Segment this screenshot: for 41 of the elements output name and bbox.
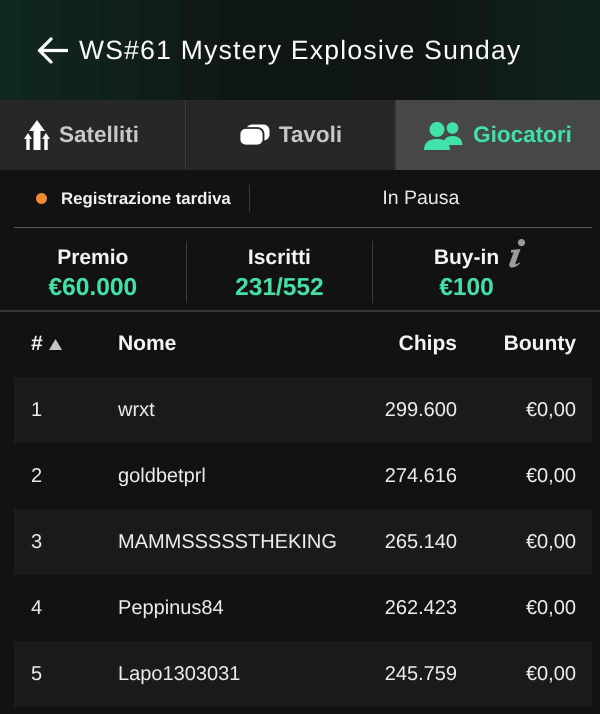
rank-column-header[interactable]: #	[31, 332, 118, 356]
tab[interactable]: Tavoli	[186, 100, 396, 170]
tab[interactable]: Giocatori	[396, 100, 600, 170]
stat-label: Buy-in	[434, 245, 500, 271]
bounty-column-header[interactable]: Bounty	[457, 332, 576, 356]
bounty-amount: €0,00	[524, 530, 576, 554]
chip-count: 265.140	[384, 530, 457, 554]
player-name: Peppinus84	[118, 596, 225, 620]
chip-count: 299.600	[384, 398, 457, 422]
rank-number: 3	[31, 530, 44, 554]
chip-count: 274.616	[384, 464, 457, 488]
name-column-header[interactable]: Nome	[118, 332, 347, 356]
stat-value: 231/552	[235, 273, 324, 303]
stat-value: €60.000	[48, 273, 138, 303]
player-name: wrxt	[118, 398, 156, 422]
bounty-amount: €0,00	[524, 398, 576, 422]
chip-count: 262.423	[384, 596, 457, 620]
chips-column-header[interactable]: Chips	[347, 332, 457, 356]
tournament-state: In Pausa	[381, 187, 460, 210]
tab[interactable]: Satelliti	[0, 100, 186, 170]
page-title: WS#61 Mystery Explosive Sunday	[79, 34, 522, 66]
player-name: goldbetprl	[118, 464, 207, 488]
stat-label: Iscritti	[248, 245, 311, 271]
cards-icon	[238, 124, 270, 146]
bounty-amount: €0,00	[524, 662, 576, 686]
rank-number: 1	[31, 398, 44, 422]
bounty-amount: €0,00	[524, 464, 576, 488]
rank-number: 4	[31, 596, 44, 620]
back-button[interactable]	[37, 36, 68, 64]
player-name: MAMMSSSSSTHEKING	[118, 530, 338, 554]
back-arrow-icon	[37, 36, 68, 64]
player-name: Lapo1303031	[118, 662, 242, 686]
rank-number: 2	[31, 464, 44, 488]
stat-value: €100	[439, 273, 494, 303]
late-registration-label: Registrazione tardiva	[61, 188, 231, 208]
arrows-up-icon	[24, 120, 50, 150]
stat-label: Premio	[57, 245, 128, 271]
bounty-amount: €0,00	[524, 596, 576, 620]
rank-number: 5	[31, 662, 44, 686]
chip-count: 245.759	[384, 662, 457, 686]
users-icon	[424, 120, 464, 150]
